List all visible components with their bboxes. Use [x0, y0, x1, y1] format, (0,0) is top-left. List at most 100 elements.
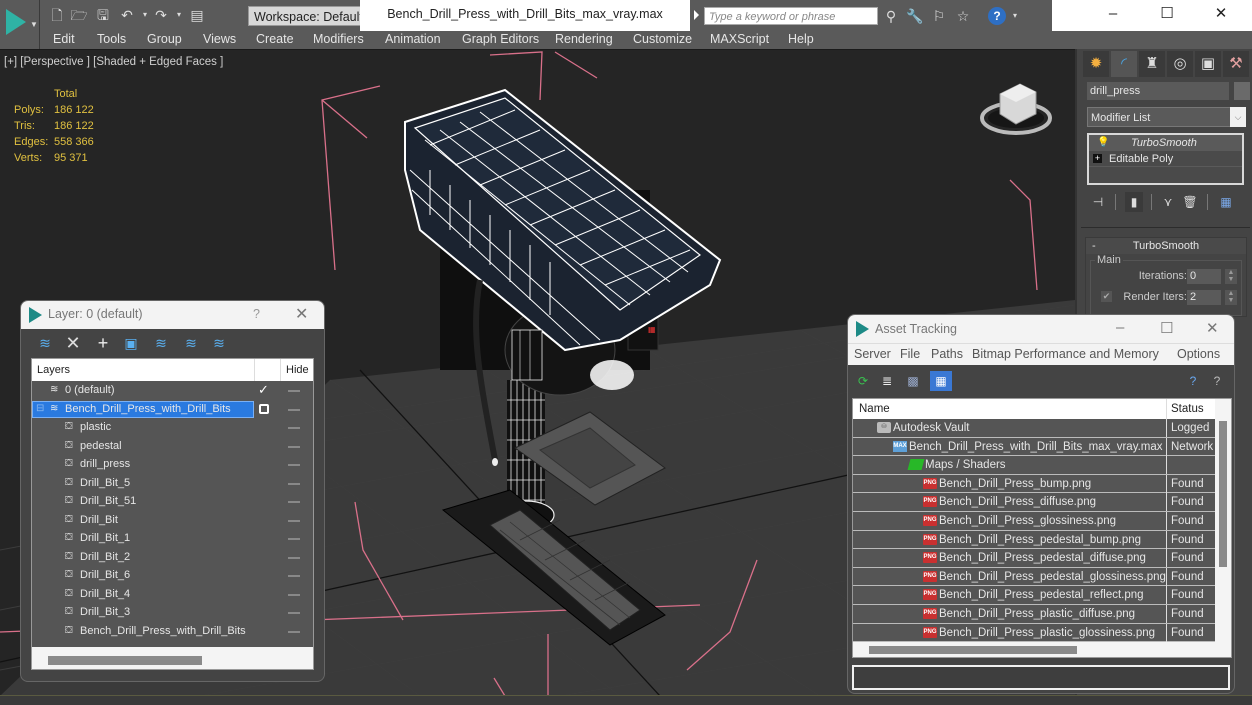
- asset-path-field[interactable]: [852, 665, 1230, 690]
- star-icon[interactable]: ☆: [954, 7, 972, 25]
- help-dropdown-icon[interactable]: ▾: [1006, 7, 1024, 25]
- collapse-icon[interactable]: ⊟: [36, 400, 44, 419]
- dialog-title-bar[interactable]: Asset Tracking – ☐ ✕: [848, 315, 1234, 343]
- asset-row[interactable]: PNG Bench_Drill_Press_plastic_diffuse.png…: [853, 604, 1215, 624]
- layer-object-row[interactable]: ⛋ plastic: [32, 418, 313, 437]
- save-icon[interactable]: 🖫: [94, 6, 112, 24]
- menu-animation[interactable]: Animation: [385, 31, 441, 49]
- layer-object-row[interactable]: ⛋ Drill_Bit_4: [32, 585, 313, 604]
- column-layers[interactable]: Layers: [37, 359, 70, 381]
- expand-arrow-icon[interactable]: [694, 10, 699, 20]
- maximize-button[interactable]: ☐: [1160, 319, 1173, 337]
- hide-toggle[interactable]: [288, 390, 300, 392]
- hide-toggle[interactable]: [288, 630, 300, 633]
- layer-object-row[interactable]: ⛋ drill_press: [32, 455, 313, 474]
- hide-toggle[interactable]: [288, 427, 300, 429]
- hide-toggle[interactable]: [288, 408, 300, 411]
- menu-customize[interactable]: Customize: [633, 31, 692, 49]
- hide-toggle[interactable]: [288, 464, 300, 466]
- help-button[interactable]: ?: [988, 7, 1006, 25]
- project-folder-icon[interactable]: ▤: [188, 6, 206, 24]
- undo-icon[interactable]: ↶: [118, 6, 136, 24]
- layer-object-row[interactable]: ⛋ Bench_Drill_Press_with_Drill_Bits: [32, 622, 313, 641]
- hide-toggle[interactable]: [288, 519, 300, 522]
- hide-toggle[interactable]: [288, 538, 300, 540]
- help-icon[interactable]: ?: [1184, 371, 1202, 391]
- stack-item-editable-poly[interactable]: + Editable Poly: [1089, 151, 1242, 167]
- asset-row[interactable]: PNG Bench_Drill_Press_pedestal_reflect.pn…: [853, 586, 1215, 605]
- menu-modifiers[interactable]: Modifiers: [313, 31, 364, 49]
- modifier-list-dropdown[interactable]: Modifier List: [1087, 107, 1233, 127]
- delete-layer-icon[interactable]: ✕: [63, 333, 83, 353]
- layer-properties-icon[interactable]: ≋: [209, 333, 229, 353]
- add-to-layer-icon[interactable]: +: [93, 333, 113, 353]
- layer-object-row[interactable]: ⛋ Drill_Bit_6: [32, 566, 313, 585]
- horizontal-scrollbar[interactable]: [869, 646, 1077, 654]
- make-unique-icon[interactable]: ⋎: [1159, 192, 1177, 212]
- layer-object-row[interactable]: ⛋ Drill_Bit_2: [32, 548, 313, 567]
- help-button[interactable]: ?: [253, 307, 260, 321]
- asset-row[interactable]: Maps / Shaders: [853, 456, 1215, 475]
- new-file-icon[interactable]: 🗋: [48, 6, 66, 24]
- column-name[interactable]: Name: [859, 399, 890, 419]
- menu-file[interactable]: File: [900, 347, 920, 361]
- asset-row[interactable]: PNG Bench_Drill_Press_pedestal_glossiness…: [853, 567, 1215, 587]
- list-view-icon[interactable]: ≣: [878, 371, 896, 391]
- layer-object-row[interactable]: ⛋ Drill_Bit_3: [32, 603, 313, 622]
- maximize-button[interactable]: ☐: [1144, 2, 1190, 28]
- create-tab-icon[interactable]: ✹: [1083, 51, 1109, 77]
- hide-toggle[interactable]: [288, 612, 300, 614]
- menu-bitmap-performance[interactable]: Bitmap Performance and Memory: [972, 347, 1159, 361]
- layer-object-row[interactable]: ⛋ Drill_Bit_5: [32, 474, 313, 493]
- asset-row[interactable]: ⛁ Autodesk Vault Logged: [853, 419, 1215, 438]
- pin-stack-icon[interactable]: ⊣: [1089, 192, 1107, 212]
- hide-toggle[interactable]: [288, 575, 300, 577]
- asset-row[interactable]: MAX Bench_Drill_Press_with_Drill_Bits_max…: [853, 437, 1215, 457]
- menu-maxscript[interactable]: MAXScript: [710, 31, 769, 49]
- motion-tab-icon[interactable]: ◎: [1167, 51, 1193, 77]
- hide-toggle[interactable]: [288, 556, 300, 559]
- column-hide[interactable]: Hide: [286, 359, 309, 381]
- key-icon[interactable]: 🔧: [906, 7, 924, 25]
- rollout-header[interactable]: - TurboSmooth: [1086, 238, 1246, 254]
- show-end-result-icon[interactable]: ▮: [1125, 192, 1143, 212]
- layer-object-row[interactable]: ⛋ Drill_Bit_1: [32, 529, 313, 548]
- thumbnail-view-icon[interactable]: ▩: [904, 371, 922, 391]
- workspace-select[interactable]: Workspace: Default ▼: [248, 6, 376, 26]
- sign-in-icon[interactable]: ⚐: [930, 7, 948, 25]
- spinner-arrows-icon[interactable]: ▲ ▼: [1225, 290, 1237, 305]
- table-view-icon[interactable]: ▦: [930, 371, 952, 391]
- select-objects-icon[interactable]: ▣: [121, 333, 141, 353]
- layer-object-row[interactable]: ⛋ Drill_Bit: [32, 511, 313, 530]
- lightbulb-icon[interactable]: 💡: [1097, 135, 1109, 151]
- context-help-icon[interactable]: ?: [1208, 371, 1226, 391]
- collapse-icon[interactable]: -: [1092, 238, 1096, 254]
- layer-row[interactable]: ⊟ ≋ Bench_Drill_Press_with_Drill_Bits: [32, 400, 313, 419]
- minimize-button[interactable]: –: [1090, 2, 1136, 28]
- dialog-title-bar[interactable]: Layer: 0 (default) ? ✕: [21, 301, 324, 329]
- set-current-layer-icon[interactable]: ≋: [181, 333, 201, 353]
- horizontal-scrollbar[interactable]: [48, 656, 202, 665]
- close-button[interactable]: ✕: [1198, 2, 1244, 28]
- layer-object-row[interactable]: ⛋ pedestal: [32, 437, 313, 456]
- remove-modifier-icon[interactable]: 🗑: [1181, 192, 1199, 212]
- menu-options[interactable]: Options: [1177, 347, 1220, 361]
- open-folder-icon[interactable]: 🗁: [70, 6, 88, 24]
- redo-dropdown-icon[interactable]: ▾: [170, 6, 188, 24]
- menu-graph-editors[interactable]: Graph Editors: [462, 31, 539, 49]
- menu-tools[interactable]: Tools: [97, 31, 126, 49]
- hide-toggle[interactable]: [288, 482, 300, 485]
- menu-help[interactable]: Help: [788, 31, 814, 49]
- menu-rendering[interactable]: Rendering: [555, 31, 613, 49]
- asset-row[interactable]: PNG Bench_Drill_Press_bump.png Found: [853, 474, 1215, 494]
- current-layer-check-icon[interactable]: ✓: [258, 381, 269, 400]
- refresh-icon[interactable]: ⟳: [854, 371, 872, 391]
- stack-item-turbosmooth[interactable]: 💡 TurboSmooth: [1089, 135, 1242, 151]
- asset-row[interactable]: PNG Bench_Drill_Press_pedestal_diffuse.pn…: [853, 549, 1215, 568]
- redo-icon[interactable]: ↷: [152, 6, 170, 24]
- select-layers-icon[interactable]: ≋: [151, 333, 171, 353]
- binoculars-icon[interactable]: ⚲: [882, 7, 900, 25]
- render-iters-input[interactable]: 2: [1187, 290, 1221, 305]
- asset-row[interactable]: PNG Bench_Drill_Press_plastic_glossiness.…: [853, 623, 1215, 643]
- render-iters-checkbox[interactable]: ✔: [1101, 291, 1112, 302]
